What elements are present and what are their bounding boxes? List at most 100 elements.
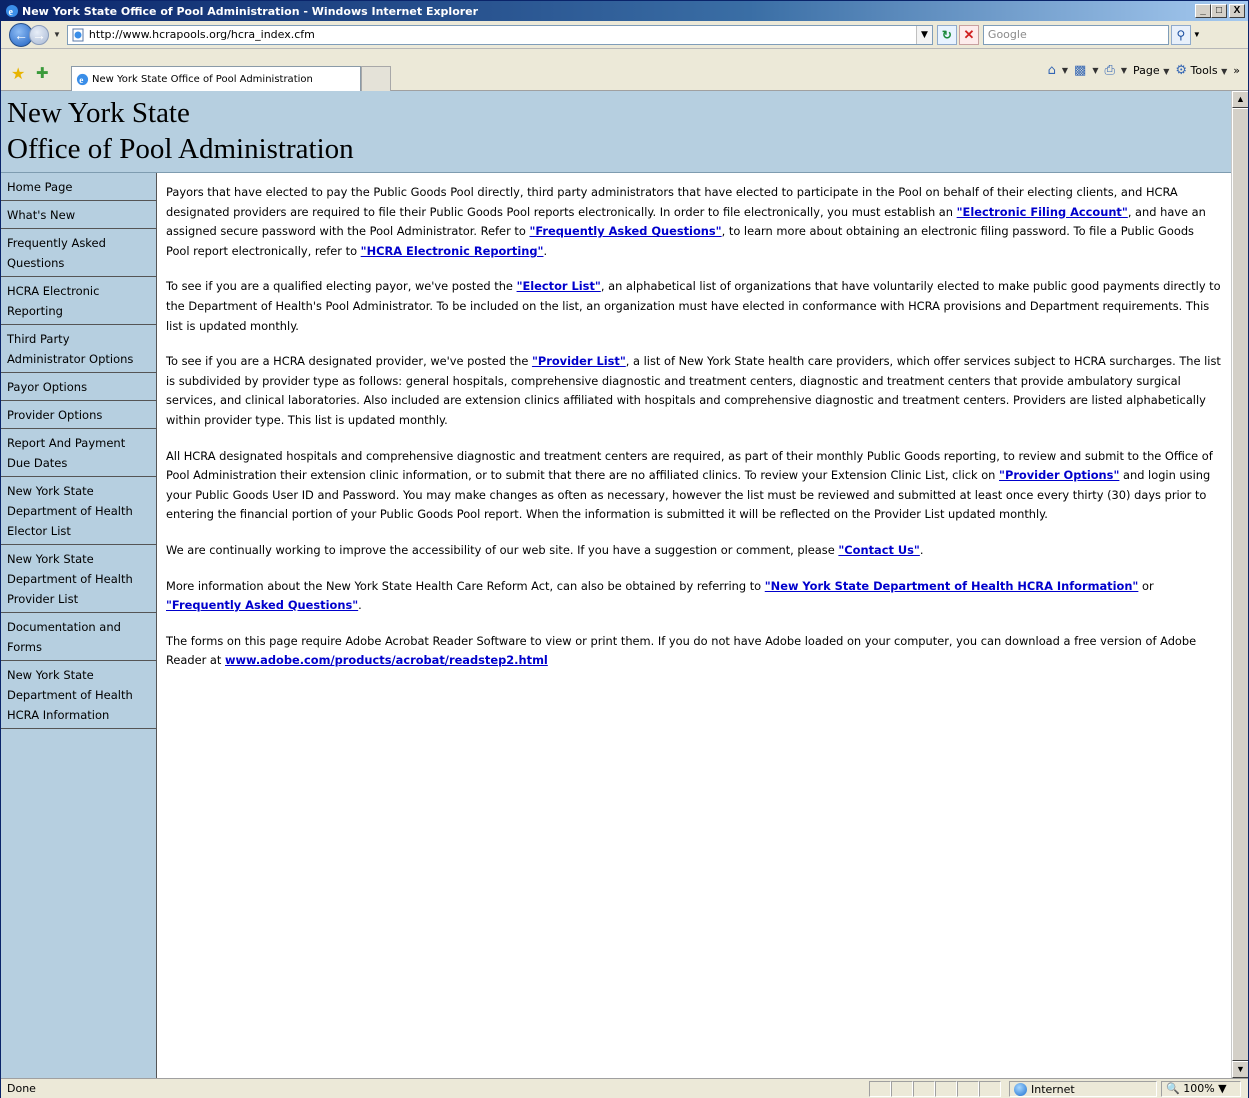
forward-arrow-icon: → [32, 26, 46, 43]
status-cells [869, 1081, 1001, 1097]
page-menu[interactable]: Page ▼ [1133, 64, 1169, 77]
svg-text:e: e [9, 7, 14, 18]
url-text: http://www.hcrapools.org/hcra_index.cfm [88, 28, 315, 41]
doh-hcra-information-link[interactable]: "New York State Department of Health HCR… [765, 579, 1139, 593]
page-dropdown-icon: ▼ [1163, 67, 1170, 76]
page-icon [72, 28, 84, 41]
new-tab-button[interactable] [361, 66, 391, 91]
search-button[interactable]: ⚲ [1170, 24, 1191, 45]
provider-options-link[interactable]: "Provider Options" [999, 468, 1119, 482]
scroll-up-button[interactable]: ▲ [1232, 91, 1248, 108]
chevron-more-icon[interactable]: » [1233, 64, 1240, 77]
tools-gear-icon: ⚙ [1175, 63, 1187, 78]
tab-title: New York State Office of Pool Administra… [92, 73, 313, 85]
p6-text-a: More information about the New York Stat… [166, 578, 765, 593]
address-toolbar: ← → ▼ http://www.hcrapools.org/hcra_inde… [1, 21, 1248, 49]
p6-text-c: . [358, 598, 362, 613]
history-dropdown-icon[interactable]: ▼ [53, 30, 61, 39]
favorites-star-icon[interactable]: ★ [11, 64, 25, 84]
scroll-down-button[interactable]: ▼ [1232, 1061, 1248, 1078]
faq-link-2[interactable]: "Frequently Asked Questions" [166, 598, 358, 612]
status-cell [869, 1081, 891, 1097]
p2-text-a: To see if you are a qualified electing p… [166, 279, 517, 294]
browser-tab[interactable]: e New York State Office of Pool Administ… [71, 66, 361, 91]
address-bar[interactable]: http://www.hcrapools.org/hcra_index.cfm … [66, 24, 933, 45]
page-viewport: New York State Office of Pool Administra… [1, 91, 1248, 1078]
sidebar-item-due-dates[interactable]: Report And Payment Due Dates [1, 429, 156, 477]
sidebar-item-electronic-reporting[interactable]: HCRA Electronic Reporting [1, 277, 156, 325]
scroll-thumb[interactable] [1232, 108, 1248, 1061]
p3-text-a: To see if you are a HCRA designated prov… [166, 354, 532, 369]
banner-line-2: Office of Pool Administration [7, 133, 354, 165]
electronic-filing-account-link[interactable]: "Electronic Filing Account" [957, 205, 1128, 219]
sidebar-item-provider-options[interactable]: Provider Options [1, 401, 156, 429]
sidebar-item-provider-list[interactable]: New York State Department of Health Prov… [1, 545, 156, 613]
p6-text-b: or [1138, 578, 1154, 593]
security-zone[interactable]: Internet [1009, 1081, 1157, 1097]
browser-window: e New York State Office of Pool Administ… [0, 0, 1249, 1098]
svg-text:e: e [79, 76, 83, 86]
feeds-dropdown-icon[interactable]: ▼ [1092, 66, 1098, 75]
sidebar-item-documentation[interactable]: Documentation and Forms [1, 613, 156, 661]
sidebar-item-tpa-options[interactable]: Third Party Administrator Options [1, 325, 156, 373]
paragraph-electronic-filing: Payors that have elected to pay the Publ… [166, 183, 1221, 261]
status-bar: Done Internet 🔍 100% ▼ [1, 1078, 1248, 1098]
sidebar-item-home[interactable]: Home Page [1, 173, 156, 201]
paragraph-elector-list: To see if you are a qualified electing p… [166, 277, 1221, 336]
site-banner: New York State Office of Pool Administra… [1, 91, 1231, 173]
tools-menu[interactable]: ⚙ Tools ▼ [1175, 63, 1227, 78]
minimize-button[interactable]: _ [1195, 4, 1211, 18]
home-icon[interactable]: ⌂ [1048, 63, 1056, 78]
zone-label: Internet [1031, 1082, 1075, 1096]
status-cell [979, 1081, 1001, 1097]
status-cell [891, 1081, 913, 1097]
sidebar-item-whats-new[interactable]: What's New [1, 201, 156, 229]
status-cell [935, 1081, 957, 1097]
main-content: Payors that have elected to pay the Publ… [166, 183, 1221, 687]
add-favorites-icon[interactable]: ✚ [36, 64, 49, 82]
faq-link[interactable]: "Frequently Asked Questions" [529, 224, 721, 238]
page-menu-label: Page [1133, 64, 1160, 77]
refresh-button[interactable]: ↻ [936, 24, 957, 45]
search-icon: ⚲ [1176, 27, 1186, 42]
command-bar: ★ ✚ e New York State Office of Pool Admi… [1, 49, 1248, 91]
vertical-scrollbar[interactable]: ▲ ▼ [1231, 91, 1248, 1078]
contact-us-link[interactable]: "Contact Us" [838, 543, 920, 557]
globe-icon [1014, 1082, 1027, 1096]
status-cell [913, 1081, 935, 1097]
adobe-reader-link[interactable]: www.adobe.com/products/acrobat/readstep2… [225, 653, 548, 667]
refresh-icon: ↻ [941, 27, 952, 42]
status-cell [957, 1081, 979, 1097]
back-arrow-icon: ← [14, 26, 28, 43]
sidebar-item-hcra-information[interactable]: New York State Department of Health HCRA… [1, 661, 156, 729]
status-text: Done [7, 1082, 36, 1095]
forward-button[interactable]: → [29, 24, 49, 45]
tools-dropdown-icon: ▼ [1221, 67, 1228, 76]
sidebar-item-faq[interactable]: Frequently Asked Questions [1, 229, 156, 277]
print-dropdown-icon[interactable]: ▼ [1121, 66, 1127, 75]
p5-text-a: We are continually working to improve th… [166, 542, 839, 557]
zoom-control[interactable]: 🔍 100% ▼ [1161, 1081, 1241, 1097]
hcra-electronic-reporting-link[interactable]: "HCRA Electronic Reporting" [361, 244, 544, 258]
tools-menu-label: Tools [1190, 64, 1218, 77]
close-button[interactable]: X [1229, 4, 1245, 18]
p5-text-b: . [919, 542, 924, 557]
feeds-icon[interactable]: ▩ [1074, 63, 1086, 78]
maximize-button[interactable]: □ [1211, 4, 1227, 18]
paragraph-provider-list: To see if you are a HCRA designated prov… [166, 352, 1221, 430]
sidebar-item-payor-options[interactable]: Payor Options [1, 373, 156, 401]
search-options-dropdown-icon[interactable]: ▼ [1193, 30, 1201, 39]
stop-icon: ✕ [963, 26, 975, 42]
provider-list-link[interactable]: "Provider List" [532, 354, 626, 368]
search-input[interactable]: Google [982, 24, 1169, 45]
home-dropdown-icon[interactable]: ▼ [1062, 66, 1068, 75]
stop-button[interactable]: ✕ [958, 24, 979, 45]
address-dropdown-icon[interactable]: ▼ [915, 25, 932, 44]
banner-line-1: New York State [7, 97, 190, 129]
paragraph-accessibility: We are continually working to improve th… [166, 541, 1221, 561]
print-icon[interactable]: ⎙ [1104, 63, 1114, 78]
window-title: New York State Office of Pool Administra… [22, 4, 479, 18]
elector-list-link[interactable]: "Elector List" [517, 279, 601, 293]
sidebar-item-elector-list[interactable]: New York State Department of Health Elec… [1, 477, 156, 545]
sidebar-nav: Home Page What's New Frequently Asked Qu… [1, 173, 157, 1078]
